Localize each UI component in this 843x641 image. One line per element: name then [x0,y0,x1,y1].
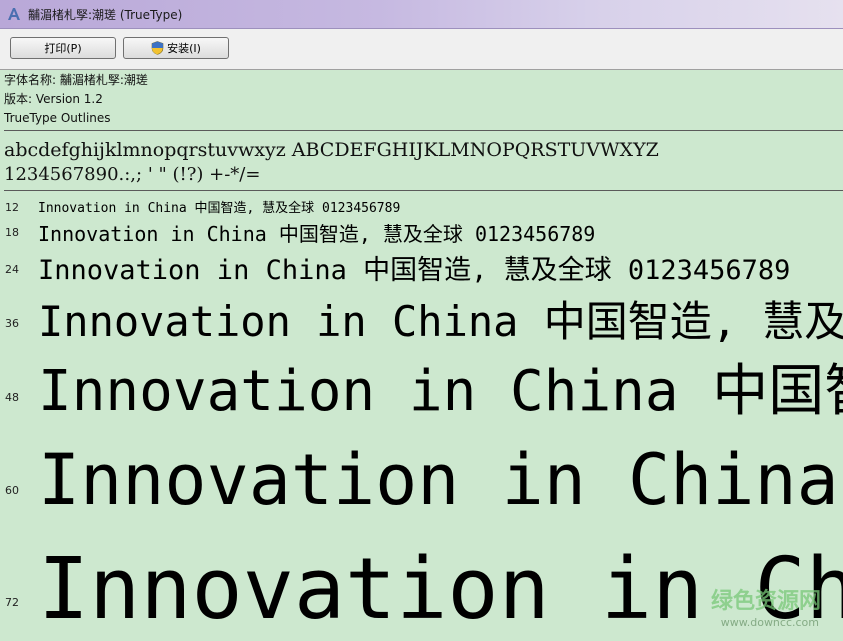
sample-size-label: 18 [5,226,19,239]
divider-bottom [4,190,843,191]
sample-size-label: 48 [5,391,19,404]
sample-size-label: 12 [5,201,19,214]
font-viewer-window: 黼湄楮札孯:潮瑳 (TrueType) 打印(P) 安装(I) 字体名称: 黼湄… [0,0,843,641]
sample-text: Innovation in China 中国智造, 慧及全球 012345678… [38,255,791,286]
font-info: 字体名称: 黼湄楮札孯:潮瑳 版本: Version 1.2 TrueType … [4,71,148,128]
uac-shield-icon [151,41,164,55]
install-button-label: 安装(I) [167,42,201,55]
sample-size-label: 60 [5,484,19,497]
charset-letters: abcdefghijklmnopqrstuvwxyz ABCDEFGHIJKLM… [4,139,659,161]
sample-text: Innovation in China 中国智造, 慧及全球 012345678… [38,222,596,246]
sample-text: Innovation in China 中国智造, 慧及全球 012345678… [38,297,843,346]
watermark-url: www.downcc.com [720,616,819,629]
sample-text: Innovation in China 中国智造, 慧及全球 012345678… [38,359,843,424]
window-title: 黼湄楮札孯:潮瑳 (TrueType) [28,7,183,22]
print-button[interactable]: 打印(P) [10,37,116,59]
sample-text: Innovation in China 中国智造, 慧及全球 012345678… [38,201,401,216]
version-line: 版本: Version 1.2 [4,92,103,106]
sample-size-label: 36 [5,317,19,330]
font-file-icon [6,6,22,22]
divider-top [4,130,843,131]
install-button[interactable]: 安装(I) [123,37,229,59]
sample-size-label: 72 [5,596,19,609]
sample-text: Innovation in China 中国智造, 慧及全球 012345678… [38,439,843,521]
toolbar: 打印(P) 安装(I) [0,29,843,70]
font-name-line: 字体名称: 黼湄楮札孯:潮瑳 [4,73,148,87]
watermark-logo: 绿色资源网 [710,589,821,614]
outline-type-line: TrueType Outlines [4,111,111,125]
charset-digits-symbols: 1234567890.:,; ' " (!?) +-*/= [4,164,261,185]
print-button-label: 打印(P) [44,42,82,55]
sample-size-label: 24 [5,263,19,276]
title-bar[interactable]: 黼湄楮札孯:潮瑳 (TrueType) [0,0,843,29]
